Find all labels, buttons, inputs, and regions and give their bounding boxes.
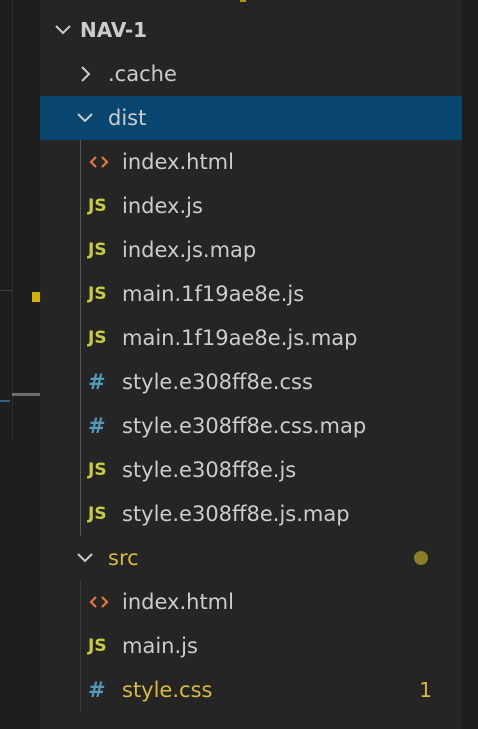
problem-count-badge: 1 — [419, 678, 432, 702]
editor-line-marker — [0, 290, 12, 291]
tree-item-file[interactable]: JS index.js.map — [40, 228, 462, 272]
tree-item-label: main.1f19ae8e.js.map — [122, 326, 358, 350]
tree-item-label: index.html — [122, 590, 234, 614]
tree-item-label: index.js — [122, 194, 203, 218]
tree-item-label: index.js.map — [122, 238, 257, 262]
js-file-icon: JS — [88, 196, 107, 216]
tree-item-label: style.e308ff8e.js — [122, 458, 297, 482]
css-file-icon: # — [88, 414, 106, 438]
tree-item-file[interactable]: # style.e308ff8e.css.map — [40, 404, 462, 448]
tree-item-file[interactable]: # style.e308ff8e.css — [40, 360, 462, 404]
tree-item-label: style.css — [122, 678, 213, 702]
tree-item-label: dist — [108, 106, 147, 130]
tree-item-label: index.html — [122, 150, 234, 174]
editor-scroll-marker — [12, 393, 40, 396]
chevron-down-icon — [74, 107, 96, 129]
scrollbar-track[interactable] — [462, 0, 478, 729]
chevron-down-icon — [52, 19, 74, 41]
js-file-icon: JS — [88, 460, 107, 480]
editor-gutter-fragment — [0, 0, 40, 729]
tree-item-file[interactable]: JS main.1f19ae8e.js — [40, 272, 462, 316]
tree-item-label: style.e308ff8e.css — [122, 370, 313, 394]
tree-item-cache-folder[interactable]: .cache — [40, 52, 462, 96]
explorer-root-header[interactable]: NAV-1 — [40, 8, 462, 52]
editor-modified-marker — [32, 292, 40, 302]
js-file-icon: JS — [88, 636, 107, 656]
tree-item-file[interactable]: # style.css 1 — [40, 668, 462, 712]
tree-item-file[interactable]: JS style.e308ff8e.js — [40, 448, 462, 492]
editor-guide-line — [12, 0, 13, 440]
html-file-icon — [88, 591, 122, 613]
tree-item-dist-folder[interactable]: dist — [40, 96, 462, 140]
root-folder-name: NAV-1 — [80, 18, 148, 42]
js-file-icon: JS — [88, 328, 107, 348]
tree-item-label: style.e308ff8e.css.map — [122, 414, 367, 438]
tree-item-label: main.js — [122, 634, 198, 658]
tree-item-file[interactable]: JS main.1f19ae8e.js.map — [40, 316, 462, 360]
explorer-top-indicator — [240, 0, 246, 2]
editor-selection-marker — [0, 400, 10, 402]
modified-dot-icon — [414, 551, 428, 565]
js-file-icon: JS — [88, 284, 107, 304]
tree-item-label: main.1f19ae8e.js — [122, 282, 305, 306]
css-file-icon: # — [88, 370, 106, 394]
tree-item-label: .cache — [108, 62, 177, 86]
tree-item-file[interactable]: index.html — [40, 580, 462, 624]
css-file-icon: # — [88, 678, 106, 702]
tree-item-src-folder[interactable]: src — [40, 536, 462, 580]
file-explorer: NAV-1 .cache dist index.html JS index.js… — [40, 0, 462, 729]
chevron-down-icon — [74, 547, 96, 569]
tree-item-label: src — [108, 546, 139, 570]
js-file-icon: JS — [88, 240, 107, 260]
tree-item-file[interactable]: index.html — [40, 140, 462, 184]
js-file-icon: JS — [88, 504, 107, 524]
tree-item-label: style.e308ff8e.js.map — [122, 502, 350, 526]
chevron-right-icon — [74, 63, 96, 85]
tree-item-file[interactable]: JS style.e308ff8e.js.map — [40, 492, 462, 536]
html-file-icon — [88, 151, 122, 173]
tree-item-file[interactable]: JS main.js — [40, 624, 462, 668]
tree-item-file[interactable]: JS index.js — [40, 184, 462, 228]
